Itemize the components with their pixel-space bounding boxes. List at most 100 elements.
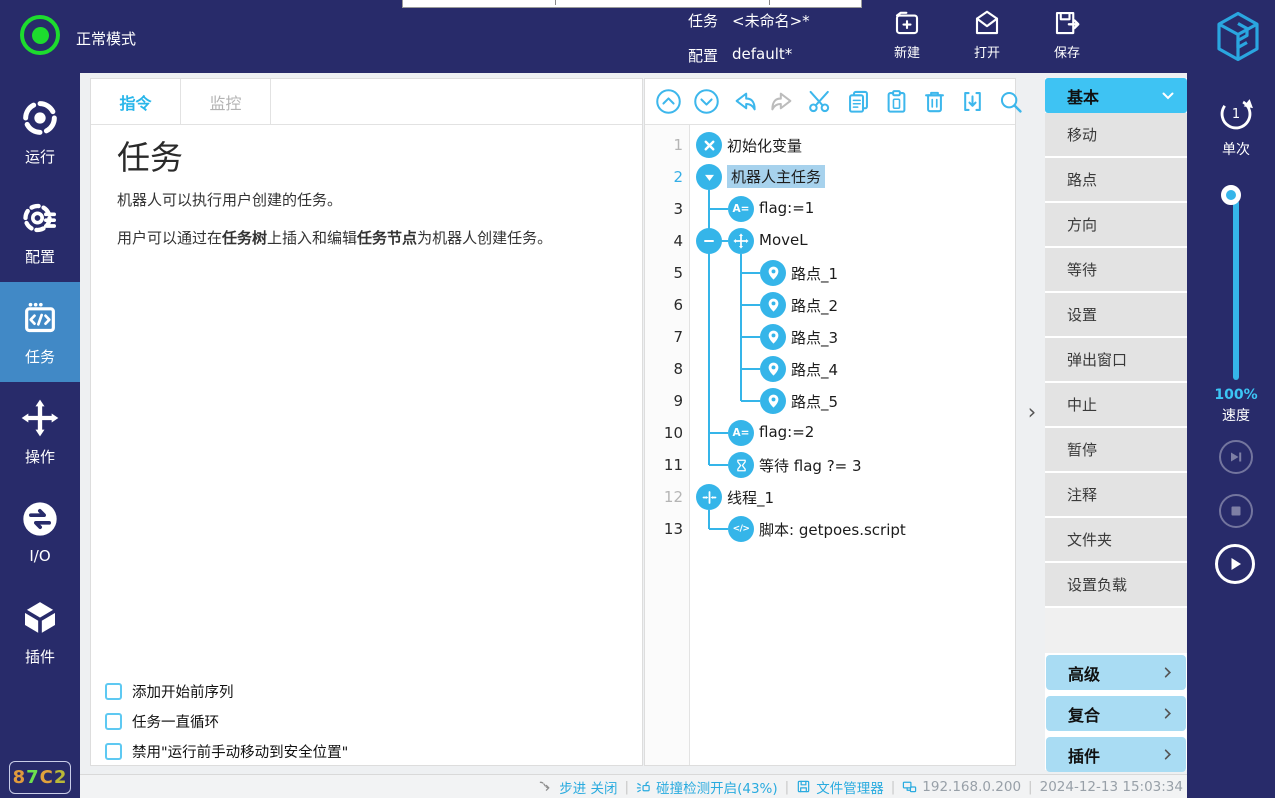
tree-connector: [741, 368, 760, 370]
node-item-4[interactable]: 等待: [1045, 248, 1187, 291]
collapse-icon[interactable]: [959, 88, 986, 115]
node-group-1[interactable]: 高级: [1046, 655, 1186, 690]
tree-row-4[interactable]: 4MoveL: [645, 225, 1015, 257]
move-up-icon[interactable]: [655, 88, 682, 115]
open-button[interactable]: 打开: [964, 8, 1010, 61]
tree-row-10[interactable]: 10A=flag:=2: [645, 417, 1015, 449]
desc-bold-term: 任务节点: [357, 229, 417, 247]
node-item-7[interactable]: 中止: [1045, 383, 1187, 426]
status-text: 文件管理器: [816, 777, 884, 797]
tree-row-2[interactable]: 2机器人主任务: [645, 161, 1015, 193]
cut-icon[interactable]: [807, 88, 834, 115]
tab-监控[interactable]: 监控: [181, 79, 271, 125]
tree-connector: [741, 336, 760, 338]
play-button[interactable]: [1215, 544, 1255, 584]
node-group-basic-header[interactable]: 基本: [1045, 78, 1187, 113]
node-item-5[interactable]: 设置: [1045, 293, 1187, 336]
checkbox-row-1[interactable]: 添加开始前序列: [105, 681, 234, 702]
sidebar-item-run[interactable]: 运行: [0, 87, 80, 177]
search-icon[interactable]: [997, 88, 1024, 115]
tree-row-3[interactable]: 3A=flag:=1: [645, 193, 1015, 225]
copy-icon[interactable]: [845, 88, 872, 115]
node-group-2[interactable]: 复合: [1046, 696, 1186, 731]
sidebar-item-label: 运行: [25, 146, 55, 167]
save-button[interactable]: 保存: [1044, 8, 1090, 61]
step-next-button[interactable]: [1219, 440, 1253, 474]
node-item-6[interactable]: 弹出窗口: [1045, 338, 1187, 381]
thread-icon: [696, 484, 722, 510]
topbar-buttons: 新建打开保存: [884, 8, 1090, 61]
line-number: 6: [645, 289, 683, 321]
new-button[interactable]: 新建: [884, 8, 930, 61]
status-segment[interactable]: 步进 关闭: [539, 777, 617, 797]
sidebar: 运行配置任务操作 I/O 插件 87C2: [0, 73, 80, 798]
delete-icon[interactable]: [921, 88, 948, 115]
page-description-2: 用户可以通过在任务树上插入和编辑任务节点为机器人创建任务。: [117, 227, 552, 248]
sidebar-item-task[interactable]: 任务: [0, 282, 80, 382]
tree-connector: [709, 464, 728, 466]
sidebar-item-operate[interactable]: 操作: [0, 387, 80, 477]
node-item-2[interactable]: 路点: [1045, 158, 1187, 201]
sidebar-code-badge[interactable]: 87C2: [9, 761, 71, 794]
palette-filler: [1045, 608, 1187, 653]
node-palette-panel: 基本 移动路点方向等待设置弹出窗口中止暂停注释文件夹设置负载 高级复合插件: [1045, 78, 1187, 770]
line-number: 4: [645, 225, 683, 257]
sidebar-item-config[interactable]: 配置: [0, 187, 80, 277]
desc-text: 为机器人创建任务。: [417, 229, 552, 247]
stop-button[interactable]: [1219, 494, 1253, 528]
single-run-button[interactable]: 1: [1217, 95, 1255, 133]
node-item-10[interactable]: 文件夹: [1045, 518, 1187, 561]
tree-row-11[interactable]: 11等待 flag ?= 3: [645, 449, 1015, 481]
mode-label: 正常模式: [76, 28, 136, 49]
undo-icon[interactable]: [731, 88, 758, 115]
new-icon: [892, 8, 922, 38]
node-item-9[interactable]: 注释: [1045, 473, 1187, 516]
collision-icon: [636, 779, 651, 794]
tree-row-12[interactable]: 12线程_1: [645, 481, 1015, 513]
tree-row-9[interactable]: 9路点_5: [645, 385, 1015, 417]
checkbox[interactable]: [105, 713, 122, 730]
sidebar-item-label: 配置: [25, 246, 55, 267]
mode-indicator-icon[interactable]: [20, 15, 60, 55]
node-group-3[interactable]: 插件: [1046, 737, 1186, 772]
checkbox-row-3[interactable]: 禁用"运行前手动移动到安全位置": [105, 741, 348, 762]
node-item-3[interactable]: 方向: [1045, 203, 1187, 246]
redo-icon[interactable]: [769, 88, 796, 115]
checkbox[interactable]: [105, 743, 122, 760]
io-icon: [20, 499, 60, 539]
status-43%[interactable]: 碰撞检测开启(43%): [636, 777, 778, 797]
tree-row-13[interactable]: 13</>脚本: getpoes.script: [645, 513, 1015, 545]
move-down-icon[interactable]: [693, 88, 720, 115]
panel-expand-handle[interactable]: ›: [1019, 398, 1045, 426]
assign-icon: A=: [728, 196, 754, 222]
run-icon: [20, 98, 60, 138]
badge-char: 2: [54, 767, 68, 788]
tree-row-1[interactable]: 1初始化变量: [645, 129, 1015, 161]
script-icon: </>: [728, 516, 754, 542]
status-segment[interactable]: 文件管理器: [796, 777, 884, 797]
node-group-label: 复合: [1068, 702, 1100, 726]
checkbox-row-2[interactable]: 任务一直循环: [105, 711, 219, 732]
node-item-11[interactable]: 设置负载: [1045, 563, 1187, 606]
sidebar-item-io[interactable]: I/O: [0, 487, 80, 577]
line-number: 3: [645, 193, 683, 225]
tree-row-7[interactable]: 7路点_3: [645, 321, 1015, 353]
checkbox[interactable]: [105, 683, 122, 700]
sidebar-item-plugin[interactable]: 插件: [0, 587, 80, 677]
speed-slider-track[interactable]: [1233, 200, 1239, 380]
movel-icon: [728, 228, 754, 254]
tree-row-8[interactable]: 8路点_4: [645, 353, 1015, 385]
node-group-basic-label: 基本: [1067, 84, 1099, 108]
speed-slider-knob[interactable]: [1221, 185, 1241, 205]
tree-row-5[interactable]: 5路点_1: [645, 257, 1015, 289]
desc-text: 上插入和编辑: [267, 229, 357, 247]
node-item-1[interactable]: 移动: [1045, 113, 1187, 156]
main-panel: 指令监控 任务 机器人可以执行用户创建的任务。 用户可以通过在任务树上插入和编辑…: [90, 78, 643, 766]
tree-row-6[interactable]: 6路点_2: [645, 289, 1015, 321]
paste-icon[interactable]: [883, 88, 910, 115]
tab-row: 指令监控: [91, 79, 642, 125]
collapse-node-icon[interactable]: [696, 228, 722, 254]
line-number: 13: [645, 513, 683, 545]
tab-指令[interactable]: 指令: [91, 79, 181, 125]
node-item-8[interactable]: 暂停: [1045, 428, 1187, 471]
